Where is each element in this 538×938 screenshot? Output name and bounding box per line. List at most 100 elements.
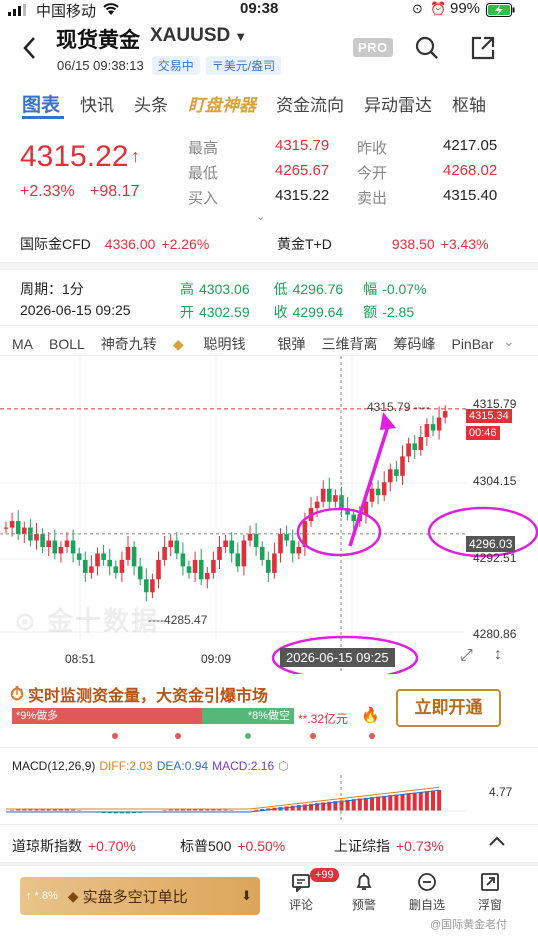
index-change: +0.73% (396, 838, 444, 854)
header-meta: 06/15 09:38:13 交易中 〒美元/盎司 (57, 56, 282, 75)
tab-flash[interactable]: 快讯 (80, 91, 114, 116)
marker-dot (369, 733, 375, 739)
candle-body (125, 546, 131, 560)
index-sp500[interactable]: 标普500 +0.50% (180, 836, 285, 856)
back-button[interactable] (22, 36, 36, 65)
macd-bar (394, 794, 399, 811)
candle-body (333, 495, 338, 502)
rotation-lock-icon: ⊙ (412, 1, 423, 16)
divider (0, 747, 538, 748)
candle-body (113, 566, 119, 573)
indicator-ma[interactable]: MA (12, 336, 33, 352)
prev-close-value: 4217.05 (443, 137, 498, 154)
fullscreen-icon[interactable]: ⤢ (460, 647, 473, 665)
indicator-td9[interactable]: 神奇九转 (101, 334, 157, 354)
ohlc-label: 高 (180, 281, 194, 297)
macd-legend[interactable]: MACD(12,26,9) DIFF:2.03 DEA:0.94 MACD:2.… (12, 759, 289, 773)
expand-chevron-icon[interactable]: ⌄ (256, 210, 265, 223)
high-marker: 4315.79 ---- (367, 400, 430, 414)
tab-bar: 图表 快讯 头条 盯盘神器 资金流向 异动雷达 枢轴 (22, 90, 538, 117)
candle-body (52, 540, 58, 554)
candle-body (223, 540, 228, 547)
tab-monitor[interactable]: 盯盘神器 (188, 91, 256, 116)
remove-watchlist-button[interactable]: 删自选 (402, 872, 452, 913)
candle-body (137, 566, 143, 580)
candle-body (247, 534, 253, 541)
carrier-name: 中国移动 (36, 3, 97, 20)
up-arrow-icon: ↑ (131, 146, 140, 166)
tab-radar[interactable]: 异动雷达 (364, 91, 432, 116)
remove-label: 删自选 (408, 898, 445, 912)
period-selector[interactable]: 周期：1分 (20, 279, 84, 299)
countdown-tag: 00:46 (466, 426, 500, 440)
candle-body (229, 540, 234, 554)
indicator-divergence[interactable]: 三维背离 (321, 334, 377, 354)
diamond-icon: ◆ (67, 887, 79, 904)
trading-status-badge: 交易中 (151, 56, 200, 75)
candle-body (46, 540, 51, 547)
candle-body (369, 488, 375, 502)
fund-promo[interactable]: ⏱ 实时监测资金量，大资金引爆市场 (10, 682, 268, 706)
stopwatch-icon: ⏱ (10, 683, 25, 704)
share-button[interactable] (471, 36, 495, 65)
tab-pivot[interactable]: 枢轴 (452, 91, 486, 116)
tab-indicator (22, 116, 64, 119)
index-dji[interactable]: 道琼斯指数 +0.70% (12, 836, 136, 856)
high-value: 4315.79 (275, 137, 330, 154)
indicator-boll[interactable]: BOLL (49, 336, 85, 352)
symbol-selector[interactable]: XAUUSD ▼ (150, 25, 247, 47)
tab-fund-flow[interactable]: 资金流向 (276, 91, 344, 116)
alert-button[interactable]: 预警 (339, 872, 389, 913)
candle-body (320, 488, 326, 502)
candles (3, 405, 448, 602)
pro-button[interactable]: PRO (353, 38, 393, 57)
related-td[interactable]: 黄金T+D 938.50 +3.43% (277, 234, 489, 254)
low-label: 最低 (188, 165, 219, 182)
indicator-smart-money[interactable]: ◆ 聪明钱 (173, 334, 262, 354)
candle-time: 2026-06-15 09:25 (20, 302, 131, 318)
float-window-button[interactable]: 浮窗 (465, 872, 515, 913)
candle-body (198, 559, 204, 580)
open-now-button[interactable]: 立即开通 (396, 689, 501, 727)
macd-bar (376, 796, 381, 811)
macd-bar (400, 793, 405, 811)
unit-badge[interactable]: 〒美元/盎司 (205, 56, 282, 75)
tab-chart[interactable]: 图表 (22, 90, 60, 117)
order-ratio-button[interactable]: ↑ *.8% ◆ 实盘多空订单比 ⬇ (20, 877, 260, 915)
candle-body (314, 501, 320, 509)
marker-dot (175, 733, 181, 739)
macd-dea: DEA:0.94 (156, 759, 209, 773)
related-name: 黄金T+D (277, 236, 332, 252)
watermark-logo-icon: ⊙ (14, 606, 38, 636)
ohlc-value: -0.07% (382, 281, 427, 297)
crosshair-price-tag: 4296.03 (466, 536, 516, 552)
macd-bar (418, 791, 423, 811)
watermark: ⊙ 金十数据 (14, 601, 159, 638)
macd-bar (345, 799, 350, 811)
vertical-scale-icon[interactable]: ↕ (494, 646, 502, 664)
order-text: 实盘多空订单比 (82, 888, 188, 906)
bid-label: 买入 (188, 190, 219, 207)
symbol-label: XAUUSD (150, 25, 231, 46)
macd-bar (412, 792, 417, 811)
ohlc-label: 开 (180, 304, 194, 320)
tab-headlines[interactable]: 头条 (134, 91, 168, 116)
bear-bar: *8%做空 (202, 708, 294, 724)
float-window-icon (465, 872, 515, 896)
macd-bar (382, 795, 387, 811)
indicator-pinbar[interactable]: PinBar (451, 336, 493, 352)
settings-icon[interactable]: ⬡ (278, 759, 288, 773)
bull-bar: *9%做多 (12, 708, 202, 724)
marker-dot (310, 733, 316, 739)
related-cfd[interactable]: 国际金CFD 4336.00 +2.26% (20, 234, 209, 254)
index-sse[interactable]: 上证综指 +0.73% (334, 836, 444, 856)
indicator-expand-icon[interactable]: ⌄ (500, 333, 515, 350)
collapse-indices-button[interactable] (487, 832, 507, 857)
macd-chart[interactable] (0, 775, 538, 823)
candle-body (162, 546, 167, 560)
search-button[interactable] (415, 36, 439, 65)
indicator-chip-peak[interactable]: 筹码峰 (393, 334, 435, 354)
indicator-silver-bullet[interactable]: 银弹 (277, 334, 305, 354)
candle-body (327, 488, 332, 502)
candle-body (168, 540, 173, 547)
